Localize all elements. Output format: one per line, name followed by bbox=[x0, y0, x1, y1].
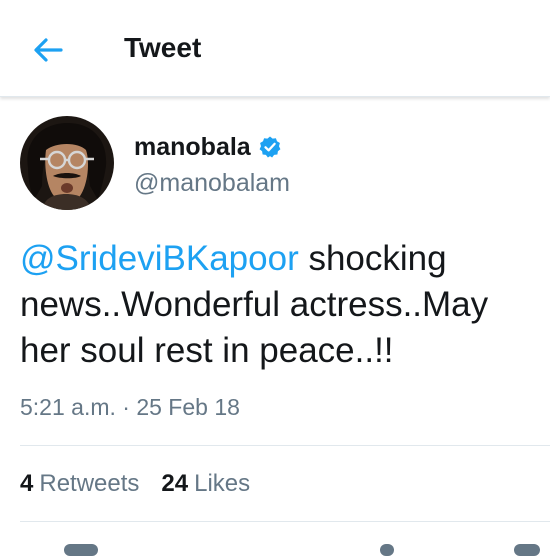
avatar[interactable] bbox=[20, 116, 114, 210]
tweet-stats: 4 Retweets 24 Likes bbox=[20, 468, 250, 500]
display-name-text: manobala bbox=[134, 133, 251, 161]
retweets-count: 4 bbox=[20, 470, 34, 497]
app-header: Tweet bbox=[0, 0, 550, 97]
retweets-label: Retweets bbox=[39, 470, 140, 497]
reply-icon[interactable] bbox=[64, 544, 98, 556]
likes-label: Likes bbox=[194, 470, 251, 497]
author-handle[interactable]: @manobalam bbox=[134, 168, 290, 198]
likes-count: 24 bbox=[161, 470, 189, 497]
back-button[interactable] bbox=[30, 32, 66, 68]
author-display-name[interactable]: manobala bbox=[134, 132, 282, 162]
arrow-left-icon bbox=[34, 38, 63, 62]
page-title: Tweet bbox=[124, 32, 202, 63]
divider bbox=[20, 521, 550, 522]
tweet-text: @SrideviBKapoor shocking news..Wonderful… bbox=[20, 236, 540, 374]
tweet-timestamp: 5:21 a.m. · 25 Feb 18 bbox=[20, 394, 240, 420]
like-icon[interactable] bbox=[380, 544, 394, 556]
verified-badge-icon bbox=[258, 135, 282, 159]
retweets-stat[interactable]: 4 Retweets bbox=[20, 468, 139, 500]
mention-link[interactable]: @SrideviBKapoor bbox=[20, 239, 299, 278]
divider bbox=[20, 445, 550, 446]
share-icon[interactable] bbox=[514, 544, 540, 556]
likes-stat[interactable]: 24 Likes bbox=[161, 468, 250, 500]
avatar-image bbox=[20, 116, 114, 210]
